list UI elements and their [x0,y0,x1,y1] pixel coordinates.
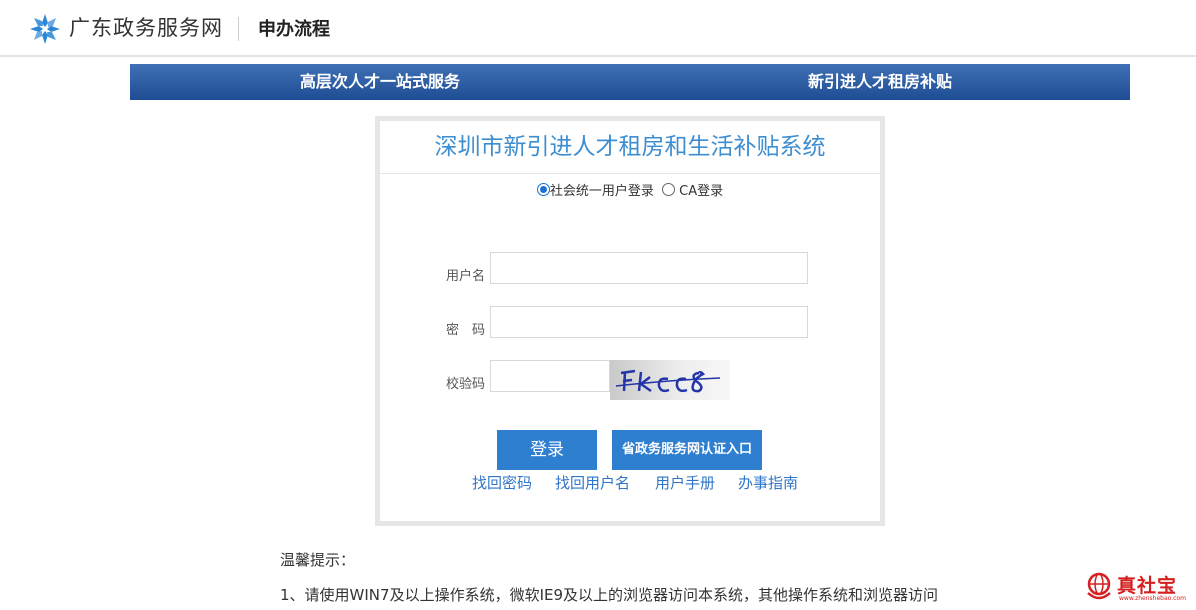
radio-ca-login-label[interactable]: CA登录 [679,184,723,199]
nav-item-talent-service[interactable]: 高层次人才一站式服务 [300,64,460,100]
snowflake-logo-icon[interactable] [29,13,61,45]
captcha-label: 校验码 [445,377,485,392]
username-input[interactable] [490,252,808,284]
radio-unified-login-label[interactable]: 社会统一用户登录 [550,184,654,199]
login-form: 深圳市新引进人才租房和生活补贴系统 社会统一用户登录 CA登录 用户名 密 码 … [380,121,880,521]
system-title: 深圳市新引进人才租房和生活补贴系统 [380,121,880,174]
captcha-input[interactable] [490,360,610,392]
top-header: 广东政务服务网 申办流程 [0,0,1196,57]
login-mode-selector: 社会统一用户登录 CA登录 [380,183,880,201]
main-nav: 高层次人才一站式服务 新引进人才租房补贴 [130,64,1130,100]
login-button[interactable]: 登录 [497,430,597,470]
login-panel: 深圳市新引进人才租房和生活补贴系统 社会统一用户登录 CA登录 用户名 密 码 … [375,116,885,526]
radio-ca-login[interactable] [662,183,676,196]
header-divider [238,17,239,41]
nav-item-rent-subsidy[interactable]: 新引进人才租房补贴 [808,64,952,100]
captcha-image[interactable] [610,360,730,400]
link-user-manual[interactable]: 用户手册 [655,473,715,493]
username-label: 用户名 [445,269,485,284]
page-title: 申办流程 [258,19,330,40]
tips-title: 温馨提示： [280,551,356,569]
watermark-logo: 真社宝 www.zhenshebao.com [1085,571,1190,605]
link-find-username[interactable]: 找回用户名 [555,473,630,493]
password-label: 密 码 [445,323,485,338]
link-guide[interactable]: 办事指南 [738,473,798,493]
watermark-globe-icon [1087,572,1111,600]
tips-line: 1、请使用WIN7及以上操作系统，微软IE9及以上的浏览器访问本系统，其他操作系… [280,586,939,604]
watermark-url: www.zhenshebao.com [1119,595,1186,602]
gov-auth-button[interactable]: 省政务服务网认证入口 [612,430,762,470]
password-input[interactable] [490,306,808,338]
site-name[interactable]: 广东政务服务网 [69,13,223,43]
watermark-text: 真社宝 [1117,575,1178,597]
radio-unified-login[interactable] [536,183,550,196]
link-find-password[interactable]: 找回密码 [472,473,532,493]
